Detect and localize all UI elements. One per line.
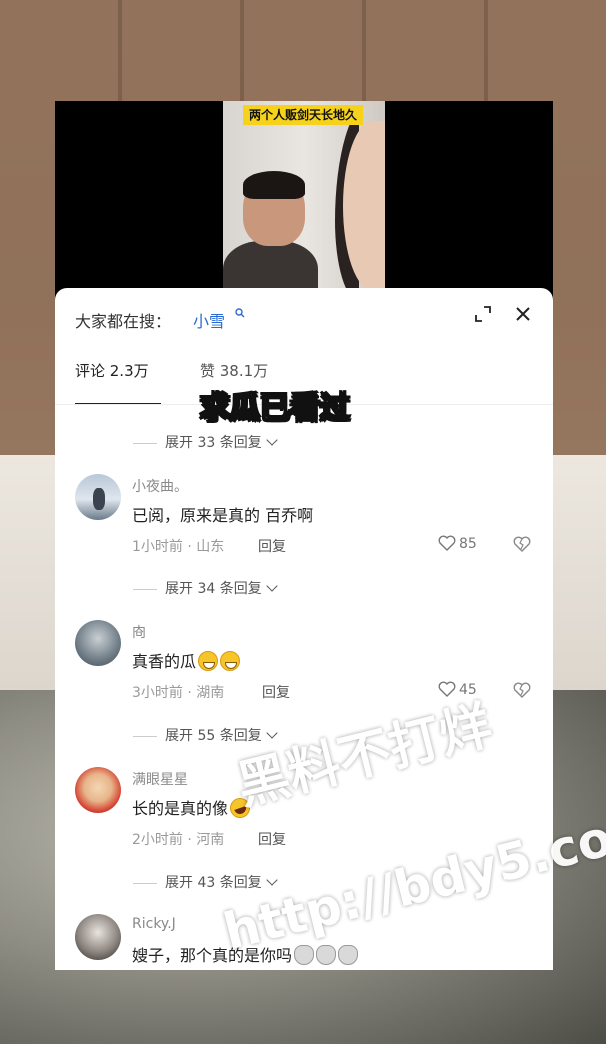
- broken-heart-icon[interactable]: [512, 535, 532, 553]
- divider-line: [133, 882, 157, 884]
- comment-author[interactable]: 㕯: [132, 622, 146, 642]
- like-button[interactable]: 85: [438, 535, 477, 553]
- cat-emoji-icon: [294, 945, 315, 965]
- comment-text-content: 长的是真的像: [132, 799, 229, 818]
- comment-text: 真香的瓜: [132, 648, 241, 672]
- expand-replies-label: 展开 43 条回复: [165, 875, 262, 891]
- avatar[interactable]: [75, 620, 121, 666]
- comment-meta: 1小时前 · 山东: [132, 539, 225, 555]
- like-count: 85: [459, 536, 477, 552]
- search-suggestion-term[interactable]: 小雪: [193, 308, 225, 332]
- chevron-down-icon: [266, 874, 278, 886]
- expand-icon[interactable]: [474, 305, 492, 323]
- expand-replies-label: 展开 33 条回复: [165, 435, 262, 451]
- expand-replies-button[interactable]: 展开 33 条回复: [133, 432, 278, 452]
- comment-text-content: 真香的瓜: [132, 652, 197, 671]
- comment-author[interactable]: 小夜曲。: [132, 476, 188, 496]
- grin-emoji-icon: [220, 651, 241, 671]
- expand-replies-button[interactable]: 展开 43 条回复: [133, 872, 278, 892]
- grin-emoji-icon: [198, 651, 219, 671]
- comment-item: 小夜曲。 已阅，原来是真的 百乔啊 1小时前 · 山东 回复 85: [55, 474, 553, 574]
- reply-button[interactable]: 回复: [258, 829, 286, 849]
- avatar[interactable]: [75, 474, 121, 520]
- divider-line: [133, 588, 157, 590]
- video-person-hair: [243, 171, 305, 199]
- overlay-caption: 求瓜已看过: [199, 390, 351, 427]
- expand-replies-button[interactable]: 展开 34 条回复: [133, 578, 278, 598]
- sheet-header: 大家都在搜： 小雪: [55, 288, 553, 348]
- cat-emoji-icon: [316, 945, 337, 965]
- comment-text: 已阅，原来是真的 百乔啊: [132, 506, 314, 525]
- video-frame: [223, 101, 385, 301]
- reply-button[interactable]: 回复: [258, 536, 286, 556]
- avatar[interactable]: [75, 914, 121, 960]
- chevron-down-icon: [266, 580, 278, 592]
- close-icon[interactable]: [513, 304, 533, 324]
- heart-icon: [438, 535, 456, 551]
- avatar[interactable]: [75, 767, 121, 813]
- divider-line: [133, 442, 157, 444]
- tab-likes[interactable]: 赞 38.1万: [200, 360, 268, 381]
- cat-emoji-icon: [338, 945, 359, 965]
- tab-comments[interactable]: 评论 2.3万: [75, 360, 149, 381]
- comment-meta: 3小时前 · 湖南: [132, 685, 225, 701]
- search-suggestion-prefix: 大家都在搜：: [75, 312, 172, 331]
- search-icon[interactable]: [235, 308, 245, 320]
- comment-text: 长的是真的像: [132, 795, 253, 821]
- broken-heart-icon[interactable]: [512, 681, 532, 699]
- comment-meta: 2小时前 · 河南: [132, 832, 225, 848]
- video-caption: 两个人贩剑天长地久: [243, 105, 364, 125]
- expand-replies-label: 展开 34 条回复: [165, 581, 262, 597]
- divider-line: [133, 735, 157, 737]
- chevron-down-icon: [266, 434, 278, 446]
- reply-button[interactable]: 回复: [262, 682, 290, 702]
- comment-author[interactable]: Ricky.J: [132, 916, 176, 932]
- comment-author[interactable]: 满眼星星: [132, 769, 188, 789]
- video-player[interactable]: 两个人贩剑天长地久: [55, 101, 553, 301]
